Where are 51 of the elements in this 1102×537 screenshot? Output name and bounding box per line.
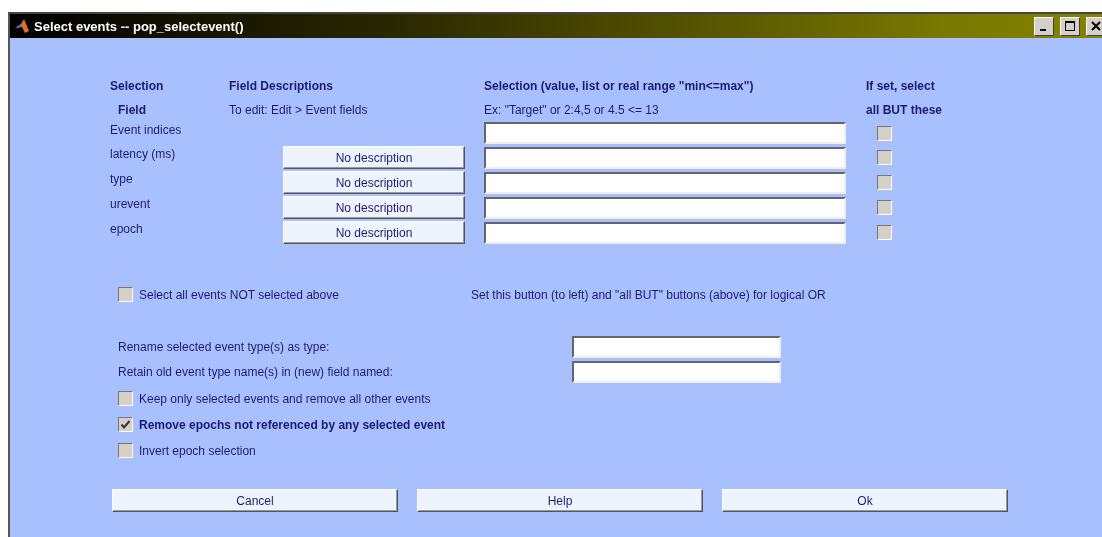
column-subheading: Ex: "Target" or 2:4,5 or 4.5 <= 13 <box>484 103 660 119</box>
app-logo-icon <box>14 18 30 34</box>
checkbox[interactable] <box>118 443 133 458</box>
checkbox-label: Keep only selected events and remove all other events <box>139 391 431 406</box>
description-button[interactable]: No description <box>283 221 465 244</box>
checkbox[interactable] <box>118 417 133 432</box>
field-label: latency (ms) <box>110 146 177 161</box>
description-button[interactable]: No description <box>283 146 465 169</box>
description-button[interactable]: No description <box>283 196 465 219</box>
field-label: Retain old event type name(s) in (new) field named: <box>118 365 394 379</box>
all-but-checkbox[interactable] <box>877 150 892 165</box>
field-label: epoch <box>110 221 144 236</box>
field-label: urevent <box>110 196 152 211</box>
selection-input[interactable] <box>484 171 846 194</box>
checkbox-label: Invert epoch selection <box>139 443 256 458</box>
text-input[interactable] <box>572 361 781 383</box>
column-heading: If set, select <box>866 79 936 95</box>
text-input[interactable] <box>572 336 781 358</box>
description-button[interactable]: No description <box>283 171 465 194</box>
dialog-button[interactable]: Help <box>417 489 703 512</box>
hint-text: Set this button (to left) and "all BUT" buttons (above) for logical OR <box>471 287 827 302</box>
selection-input[interactable] <box>484 122 846 144</box>
column-subheading: all BUT these <box>866 103 944 119</box>
close-button[interactable] <box>1086 16 1102 36</box>
minimize-icon <box>1039 29 1046 31</box>
field-label: Event indices <box>110 122 183 137</box>
all-but-checkbox[interactable] <box>877 225 892 240</box>
column-subheading: To edit: Edit > Event fields <box>229 103 369 119</box>
column-subheading: Field <box>117 103 147 119</box>
minimize-button[interactable] <box>1034 16 1054 36</box>
checkbox-label: Remove epochs not referenced by any selected event <box>139 417 446 432</box>
selection-input[interactable] <box>484 221 846 244</box>
selection-input[interactable] <box>484 146 846 169</box>
field-label: Rename selected event type(s) as type: <box>118 340 331 354</box>
window-title: Select events -- pop_selectevent() <box>34 18 245 34</box>
checkbox-label: Select all events NOT selected above <box>139 287 339 302</box>
close-icon <box>1091 21 1101 31</box>
checkbox[interactable] <box>118 391 133 406</box>
column-heading: Selection (value, list or real range "min<=max") <box>484 79 755 95</box>
all-but-checkbox[interactable] <box>877 175 892 190</box>
maximize-button[interactable] <box>1060 16 1080 36</box>
all-but-checkbox[interactable] <box>877 200 892 215</box>
column-heading: Field Descriptions <box>229 79 335 95</box>
maximize-icon <box>1065 21 1075 31</box>
checkbox[interactable] <box>118 287 133 302</box>
field-label: type <box>110 171 134 186</box>
column-heading: Selection <box>110 79 165 95</box>
dialog-button[interactable]: Ok <box>722 489 1008 512</box>
dialog-button[interactable]: Cancel <box>112 489 398 512</box>
selection-input[interactable] <box>484 196 846 219</box>
all-but-checkbox[interactable] <box>877 125 892 141</box>
